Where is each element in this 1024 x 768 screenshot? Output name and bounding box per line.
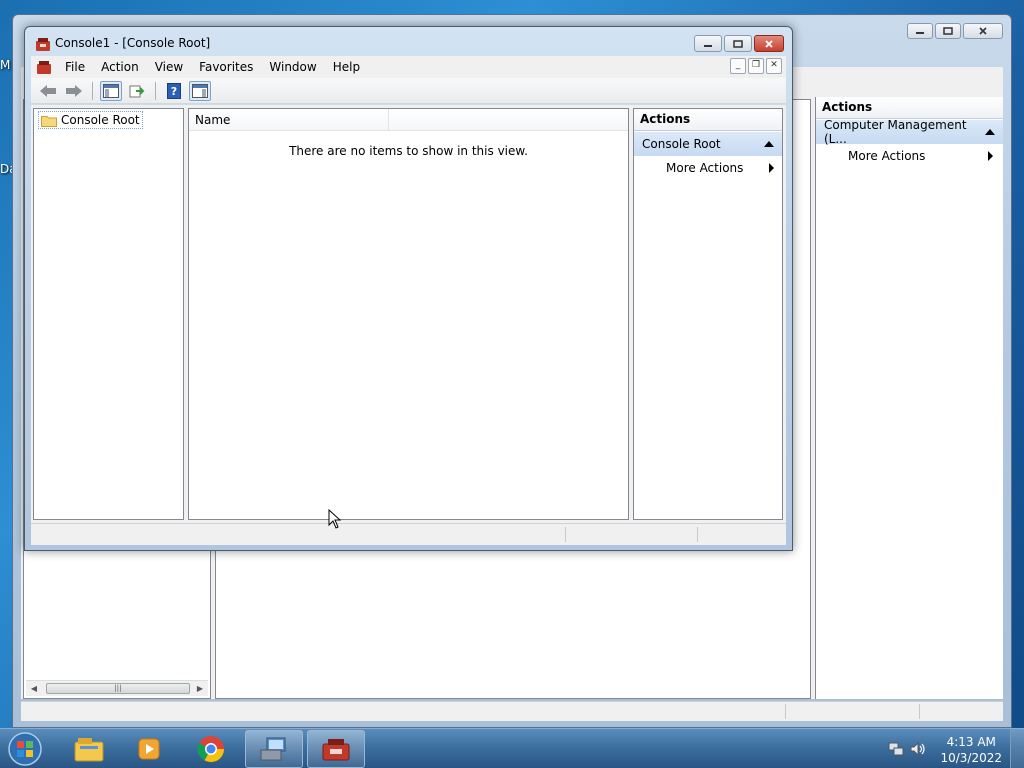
status-divider <box>919 704 920 719</box>
actions-pane: Actions Computer Management (L... More A… <box>815 97 1003 699</box>
window-title: Console1 - [Console Root] <box>55 36 211 50</box>
windows-explorer-taskbar-icon[interactable] <box>60 730 118 768</box>
status-divider <box>697 527 698 542</box>
more-actions-label: More Actions <box>666 161 744 175</box>
toolbar: ? <box>31 78 786 104</box>
list-header: Name <box>189 109 628 131</box>
close-button[interactable] <box>963 23 1003 39</box>
computer-management-taskbar-icon[interactable] <box>245 730 303 768</box>
scroll-right-icon[interactable]: ▶ <box>194 683 206 695</box>
help-icon[interactable]: ? <box>163 81 185 101</box>
mdi-close-button[interactable]: ✕ <box>766 58 782 74</box>
taskbar: 4:13 AM 10/3/2022 <box>0 728 1024 768</box>
system-tray: 4:13 AM 10/3/2022 <box>884 729 1024 768</box>
collapse-icon[interactable] <box>985 129 995 135</box>
menu-view[interactable]: View <box>147 60 191 74</box>
media-player-taskbar-icon[interactable] <box>120 730 178 768</box>
child-window-icon[interactable] <box>31 57 57 77</box>
empty-list-message: There are no items to show in this view. <box>289 144 528 158</box>
submenu-arrow-icon <box>988 151 993 161</box>
toolbar-separator <box>92 81 93 100</box>
tree-item-label: Console Root <box>61 113 140 127</box>
status-bar <box>21 701 1003 721</box>
collapse-icon[interactable] <box>764 141 774 147</box>
mdi-controls: _ ❐ ✕ <box>730 58 782 74</box>
svg-text:?: ? <box>171 85 177 98</box>
mdi-minimize-button[interactable]: _ <box>730 58 746 74</box>
actions-header: Actions <box>634 109 782 131</box>
status-divider <box>565 527 566 542</box>
more-actions-item[interactable]: More Actions <box>634 156 782 180</box>
mmc-console-icon[interactable] <box>35 36 51 52</box>
actions-selected-label: Computer Management (L... <box>824 118 967 146</box>
menu-favorites[interactable]: Favorites <box>191 60 261 74</box>
back-arrow-icon[interactable] <box>37 81 59 101</box>
maximize-button[interactable] <box>935 23 961 39</box>
console-window[interactable]: Console1 - [Console Root] File Action Vi… <box>24 26 793 551</box>
volume-icon[interactable] <box>910 741 926 757</box>
menu-help[interactable]: Help <box>325 60 368 74</box>
show-hide-console-tree-icon[interactable] <box>100 80 122 101</box>
close-button[interactable] <box>754 35 784 52</box>
actions-selected-item[interactable]: Computer Management (L... <box>816 118 1003 146</box>
minimize-button[interactable] <box>694 35 722 52</box>
console-tree-pane[interactable]: Console Root <box>33 108 184 520</box>
menu-bar: File Action View Favorites Window Help _… <box>31 56 786 78</box>
status-bar <box>31 523 786 545</box>
clock-time: 4:13 AM <box>946 735 996 749</box>
menu-action[interactable]: Action <box>93 60 147 74</box>
column-header-name[interactable]: Name <box>189 109 389 130</box>
mouse-cursor-icon <box>328 509 342 529</box>
window-body: Console Root Name There are no items to … <box>31 105 786 523</box>
toolbar-separator <box>155 81 156 100</box>
actions-pane: Actions Console Root More Actions <box>633 108 783 520</box>
scroll-thumb[interactable]: ||| <box>46 683 190 694</box>
folder-icon <box>41 114 57 127</box>
export-list-icon[interactable] <box>126 81 148 101</box>
actions-selected-item[interactable]: Console Root <box>634 132 782 156</box>
forward-arrow-icon[interactable] <box>63 81 85 101</box>
results-pane[interactable]: Name There are no items to show in this … <box>188 108 629 520</box>
start-button[interactable] <box>6 731 44 767</box>
network-icon[interactable] <box>888 741 904 757</box>
desktop-icon-label-fragment[interactable]: M <box>0 58 10 72</box>
status-divider <box>785 704 786 719</box>
menu-window[interactable]: Window <box>261 60 324 74</box>
window-controls <box>694 35 784 52</box>
horizontal-scrollbar[interactable]: ◀ ||| ▶ <box>26 680 208 696</box>
show-desktop-button[interactable] <box>1010 729 1024 768</box>
actions-selected-label: Console Root <box>642 137 721 151</box>
scroll-left-icon[interactable]: ◀ <box>28 683 40 695</box>
actions-header: Actions <box>816 97 1003 119</box>
submenu-arrow-icon <box>769 163 774 173</box>
mdi-restore-button[interactable]: ❐ <box>748 58 764 74</box>
minimize-button[interactable] <box>907 23 933 39</box>
maximize-button[interactable] <box>724 35 752 52</box>
more-actions-label: More Actions <box>848 149 926 163</box>
chrome-taskbar-icon[interactable] <box>182 730 240 768</box>
clock[interactable]: 4:13 AM 10/3/2022 <box>940 734 1002 766</box>
console-taskbar-icon[interactable] <box>307 730 365 768</box>
window-controls <box>907 23 1003 39</box>
tree-item-console-root[interactable]: Console Root <box>38 111 143 129</box>
menu-file[interactable]: File <box>57 60 93 74</box>
show-hide-action-pane-icon[interactable] <box>189 80 211 101</box>
more-actions-item[interactable]: More Actions <box>816 144 1003 168</box>
clock-date: 10/3/2022 <box>940 751 1002 765</box>
